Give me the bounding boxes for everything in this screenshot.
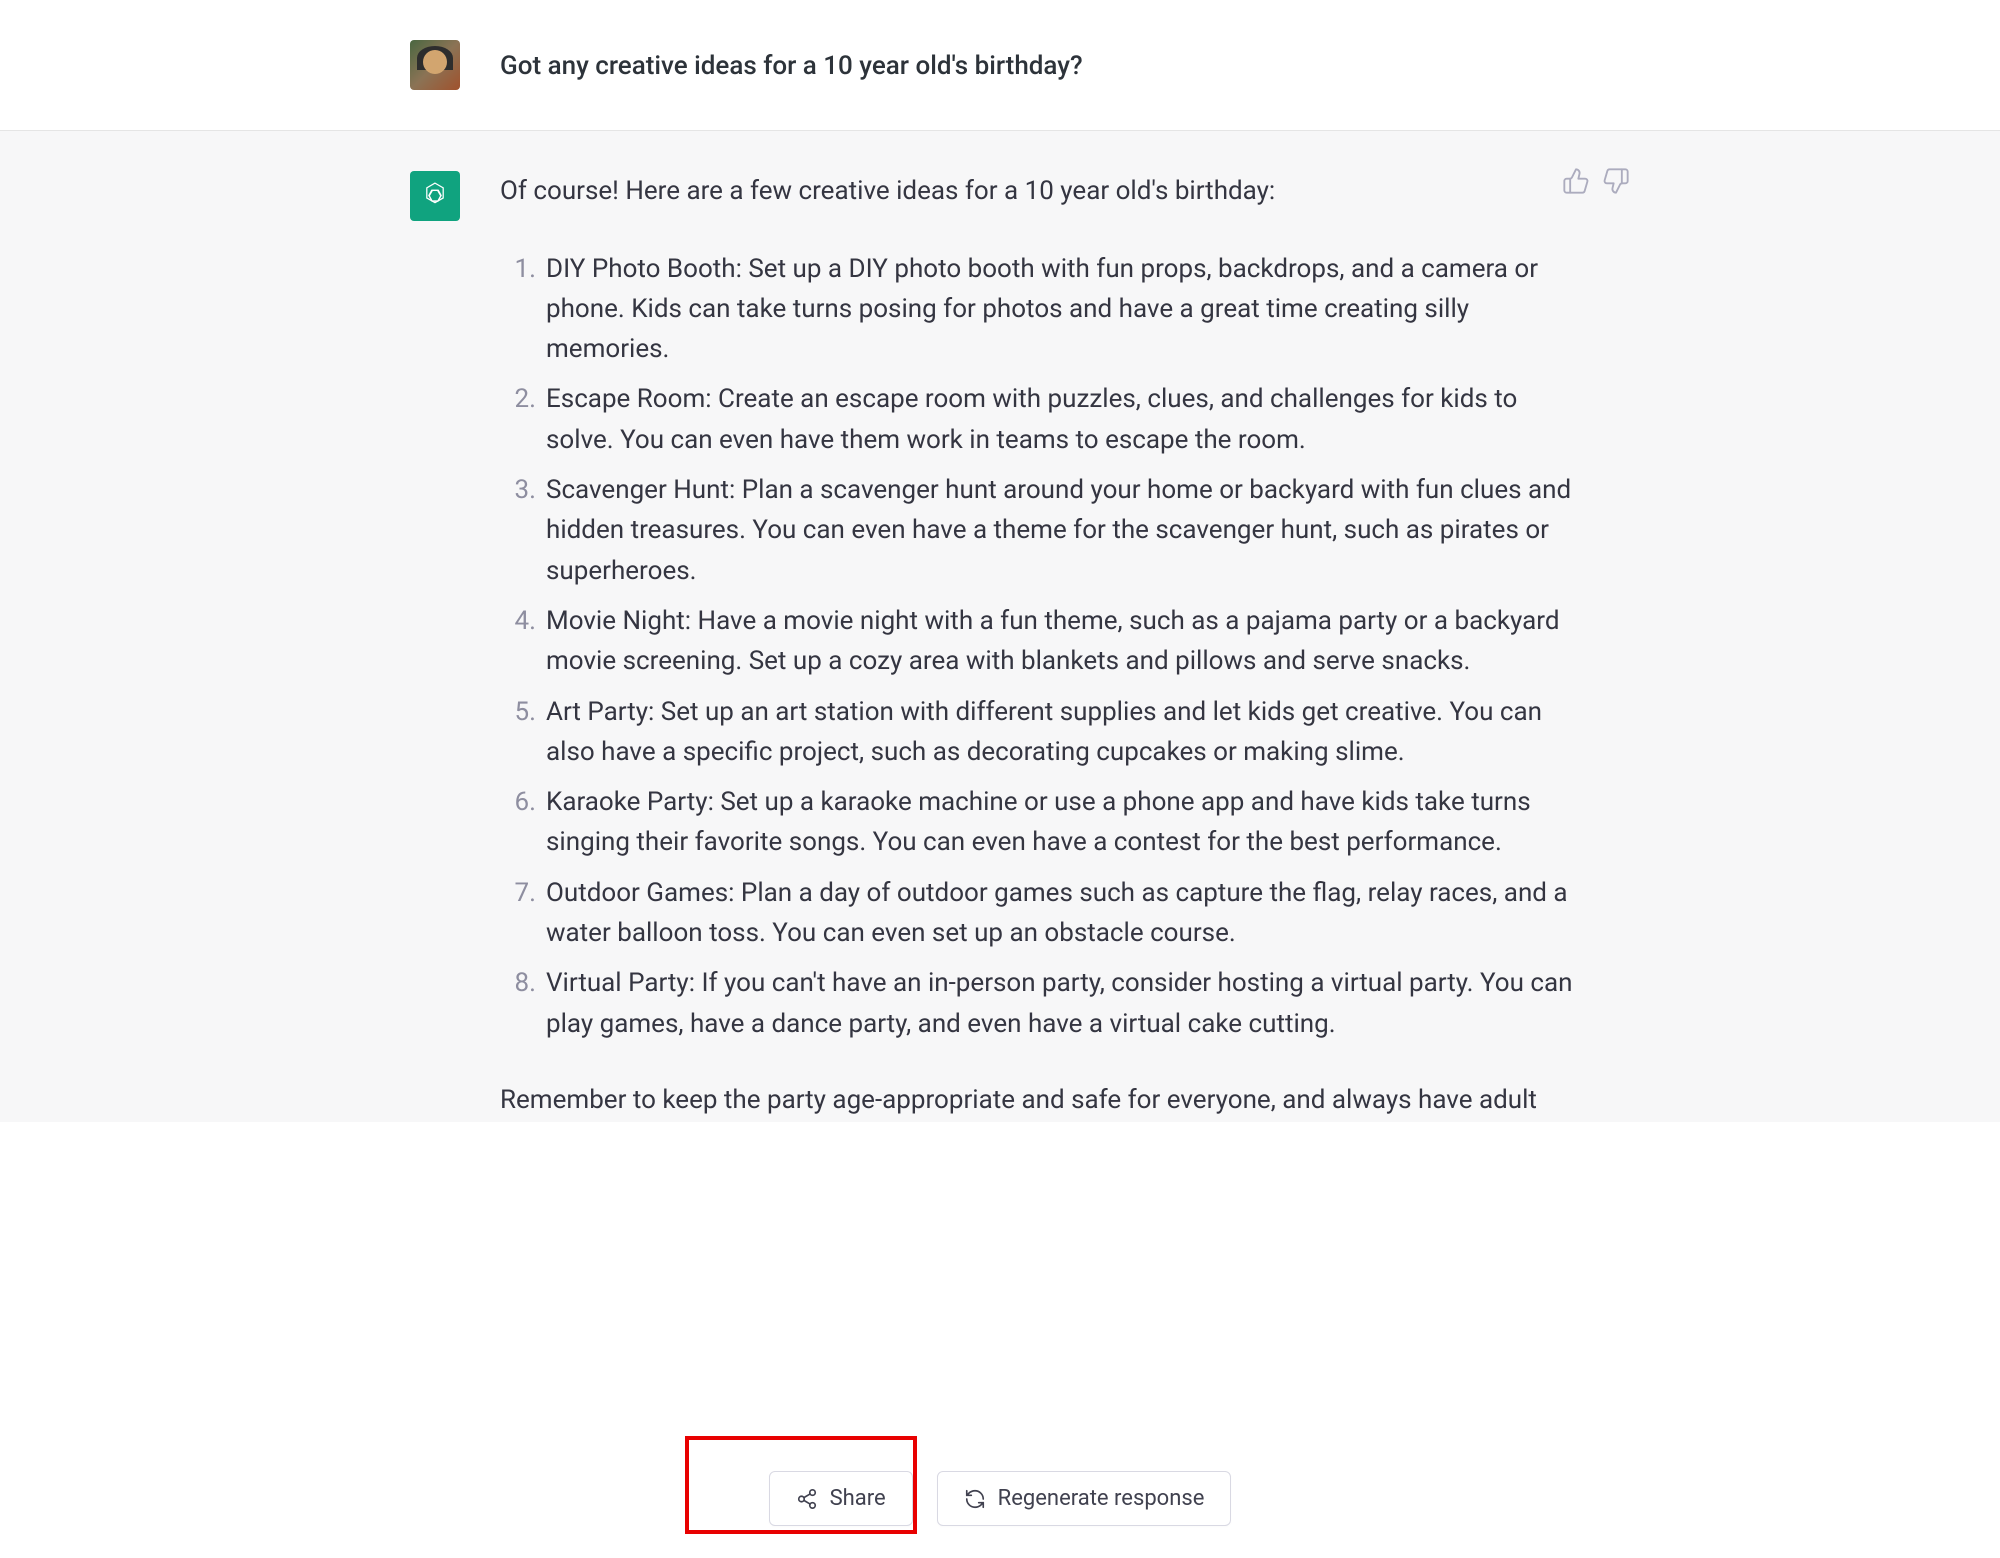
share-button-label: Share bbox=[830, 1486, 886, 1511]
list-item: Karaoke Party: Set up a karaoke machine … bbox=[546, 782, 1590, 863]
assistant-message-row: Of course! Here are a few creative ideas… bbox=[0, 131, 2000, 1122]
assistant-avatar bbox=[410, 171, 460, 221]
idea-title: Outdoor Games bbox=[546, 878, 728, 908]
regenerate-button-label: Regenerate response bbox=[998, 1486, 1205, 1511]
regenerate-icon bbox=[964, 1488, 986, 1510]
idea-title: Virtual Party bbox=[546, 968, 689, 998]
share-icon bbox=[796, 1488, 818, 1510]
thumbs-down-button[interactable] bbox=[1602, 167, 1630, 209]
list-item: Outdoor Games: Plan a day of outdoor gam… bbox=[546, 873, 1590, 954]
thumbs-up-button[interactable] bbox=[1562, 167, 1590, 209]
idea-title: Scavenger Hunt bbox=[546, 475, 729, 505]
assistant-intro-text: Of course! Here are a few creative ideas… bbox=[500, 171, 1590, 213]
list-item: Scavenger Hunt: Plan a scavenger hunt ar… bbox=[546, 470, 1590, 591]
idea-desc: Have a movie night with a fun theme, suc… bbox=[546, 606, 1560, 676]
idea-title: Art Party bbox=[546, 697, 648, 727]
regenerate-button[interactable]: Regenerate response bbox=[937, 1471, 1232, 1526]
assistant-message-content: Of course! Here are a few creative ideas… bbox=[500, 171, 1590, 1122]
idea-desc: If you can't have an in-person party, co… bbox=[546, 968, 1572, 1038]
list-item: Escape Room: Create an escape room with … bbox=[546, 379, 1590, 460]
share-button[interactable]: Share bbox=[769, 1471, 913, 1526]
thumbs-up-icon bbox=[1562, 167, 1590, 195]
list-item: Art Party: Set up an art station with di… bbox=[546, 692, 1590, 773]
idea-title: DIY Photo Booth bbox=[546, 254, 736, 284]
user-avatar bbox=[410, 40, 460, 90]
thumbs-down-icon bbox=[1602, 167, 1630, 195]
list-item: DIY Photo Booth: Set up a DIY photo boot… bbox=[546, 249, 1590, 370]
feedback-controls bbox=[1562, 167, 1630, 209]
assistant-outro-text: Remember to keep the party age-appropria… bbox=[500, 1080, 1590, 1122]
action-bar: Share Regenerate response bbox=[0, 1471, 2000, 1558]
user-message-text: Got any creative ideas for a 10 year old… bbox=[500, 40, 1590, 88]
user-message-row: Got any creative ideas for a 10 year old… bbox=[0, 0, 2000, 131]
openai-logo-icon bbox=[419, 180, 451, 212]
idea-desc: Set up an art station with different sup… bbox=[546, 697, 1542, 767]
idea-title: Escape Room bbox=[546, 384, 705, 414]
idea-title: Karaoke Party bbox=[546, 787, 708, 817]
list-item: Virtual Party: If you can't have an in-p… bbox=[546, 963, 1590, 1044]
ideas-list: DIY Photo Booth: Set up a DIY photo boot… bbox=[500, 249, 1590, 1044]
list-item: Movie Night: Have a movie night with a f… bbox=[546, 601, 1590, 682]
idea-title: Movie Night bbox=[546, 606, 685, 636]
